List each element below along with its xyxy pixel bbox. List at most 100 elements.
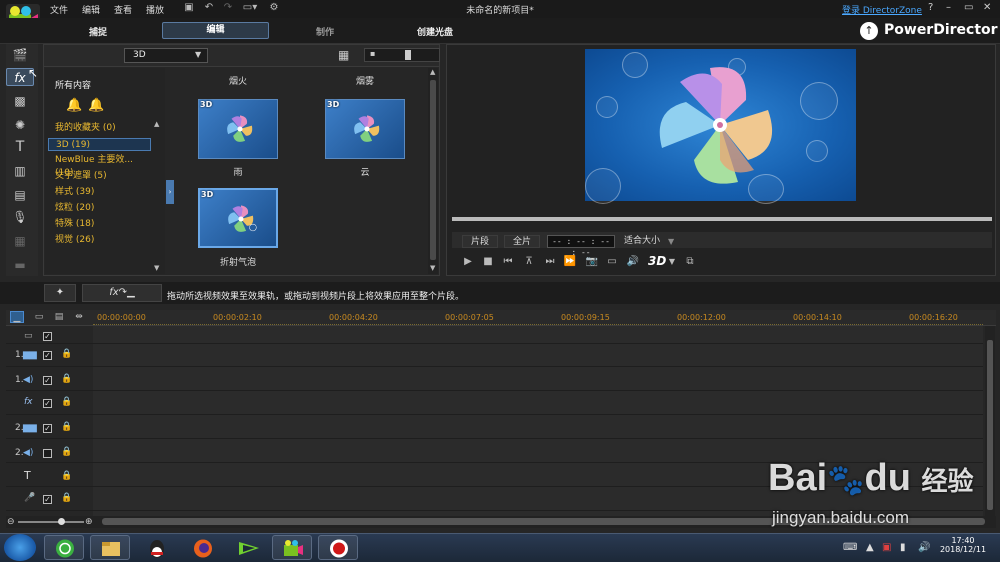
login-link[interactable]: 登录 DirectorZone — [842, 3, 922, 16]
keyboard-icon[interactable]: ⌨ — [843, 542, 857, 553]
split-icon[interactable]: ⊼ — [521, 254, 537, 270]
add-to-effect-track-button[interactable]: fx↷▁ — [82, 284, 162, 302]
seek-bar[interactable] — [452, 217, 992, 221]
tree-item-visual[interactable]: 视觉 (26) — [48, 234, 151, 247]
taskbar-powerdirector-icon[interactable] — [272, 535, 312, 560]
menu-file[interactable]: 文件 — [50, 3, 68, 16]
lock-icon[interactable]: 🔒 — [61, 397, 72, 407]
play-icon[interactable]: ▶ — [460, 254, 476, 270]
zoom-out-icon[interactable]: ⊖ — [7, 517, 15, 527]
track-checkbox[interactable]: ✓ — [43, 495, 52, 504]
track-manager-icon[interactable]: ▤ — [52, 311, 66, 323]
help-button[interactable]: ? — [928, 2, 933, 13]
tree-item-text-mask[interactable]: 文字遮罩 (5) — [48, 170, 151, 183]
chapter-room-icon[interactable]: ▦ — [6, 232, 34, 250]
effect-thumb-rain[interactable]: 3D — [198, 99, 278, 159]
title-room-icon[interactable]: T — [6, 138, 34, 156]
movie-mode-button[interactable]: 全片 — [504, 235, 540, 248]
undo-icon[interactable]: ↶ — [203, 2, 215, 14]
track-checkbox[interactable]: ✓ — [43, 424, 52, 433]
particle-room-icon[interactable]: ✺ — [6, 116, 34, 134]
lock-icon[interactable]: 🔒 — [61, 493, 72, 503]
save-icon[interactable]: ▣ — [183, 2, 195, 14]
redo-icon[interactable]: ↷ — [222, 2, 234, 14]
tree-item-particles[interactable]: 炫粒 (20) — [48, 202, 151, 215]
volume-icon[interactable]: 🔊 — [625, 254, 641, 270]
effect-thumb-cloud[interactable]: 3D — [325, 99, 405, 159]
slider-thumb[interactable] — [405, 50, 411, 60]
taskbar-app-360-icon[interactable] — [44, 535, 84, 560]
mode-capture[interactable]: 捕捉 — [78, 25, 118, 38]
voiceover-room-icon[interactable]: 🎙 — [6, 208, 34, 226]
timeline-view-icon[interactable]: ▁ — [10, 311, 24, 323]
taskbar-explorer-icon[interactable] — [90, 535, 130, 560]
minimize-button[interactable]: – — [946, 2, 951, 13]
chevron-down-icon[interactable]: ▼ — [195, 50, 201, 59]
taskbar-media-app-icon[interactable] — [228, 535, 268, 560]
taskbar-firefox-icon[interactable] — [182, 535, 222, 560]
undock-icon[interactable]: ⧉ — [682, 254, 698, 270]
tree-scroll-down-icon[interactable]: ▼ — [154, 264, 159, 272]
snapshot-icon[interactable]: 📷 — [584, 254, 600, 270]
track-checkbox[interactable]: ✓ — [43, 351, 52, 360]
remove-tag-icon[interactable]: 🔔 — [88, 98, 104, 114]
tree-item-favorites[interactable]: 我的收藏夹 (0) — [48, 122, 151, 135]
collapse-tree-tab[interactable]: › — [166, 180, 174, 204]
fit-timeline-icon[interactable]: ⇹ — [72, 311, 86, 323]
gear-icon[interactable]: ⚙ — [268, 2, 280, 14]
stop-icon[interactable]: ■ — [480, 254, 496, 270]
track-checkbox[interactable]: ✓ — [43, 399, 52, 408]
menu-edit[interactable]: 编辑 — [82, 3, 100, 16]
audio-mixing-room-icon[interactable]: ▤ — [6, 186, 34, 204]
mode-edit[interactable]: 编辑 — [162, 22, 269, 39]
storyboard-view-icon[interactable]: ▭ — [32, 311, 46, 323]
transition-room-icon[interactable]: ▥ — [6, 162, 34, 180]
library-scroll-down-icon[interactable]: ▼ — [430, 264, 435, 272]
tray-app-icon[interactable]: ▣ — [882, 542, 891, 553]
zoom-slider-thumb[interactable] — [58, 518, 65, 525]
lock-icon[interactable]: 🔒 — [61, 447, 72, 457]
effect-settings-button[interactable]: ✦ — [44, 284, 76, 302]
tree-item-special[interactable]: 特殊 (18) — [48, 218, 151, 231]
menu-view[interactable]: 查看 — [114, 3, 132, 16]
menu-play[interactable]: 播放 — [146, 3, 164, 16]
tree-scroll-up-icon[interactable]: ▲ — [154, 120, 159, 128]
taskbar-qq-icon[interactable] — [136, 535, 176, 560]
lock-icon[interactable]: 🔒 — [61, 349, 72, 359]
network-icon[interactable]: ▮ — [900, 542, 906, 553]
tray-expand-icon[interactable]: ▲ — [866, 542, 874, 553]
lock-icon[interactable]: 🔒 — [61, 422, 72, 432]
taskbar-recorder-icon[interactable] — [318, 535, 358, 560]
media-room-icon[interactable]: 🎬 — [6, 46, 34, 64]
timeline-vscroll-thumb[interactable] — [987, 340, 993, 510]
zoom-in-icon[interactable]: ⊕ — [85, 517, 93, 527]
mode-create-disc[interactable]: 创建光盘 — [410, 25, 460, 38]
lock-icon[interactable]: 🔒 — [61, 374, 72, 384]
mode-produce[interactable]: 制作 — [305, 25, 345, 38]
fast-forward-icon[interactable]: ⏩ — [562, 254, 578, 270]
track-checkbox[interactable] — [43, 449, 52, 458]
next-frame-icon[interactable]: ⏭ — [542, 254, 558, 270]
add-tag-icon[interactable]: 🔔 — [66, 98, 82, 114]
pip-room-icon[interactable]: ▩ — [6, 92, 34, 110]
tree-header[interactable]: 所有内容 — [55, 78, 91, 91]
chevron-down-icon[interactable]: ▼ — [668, 237, 674, 246]
volume-tray-icon[interactable]: 🔊 — [918, 542, 930, 553]
maximize-button[interactable]: ▭ — [964, 2, 973, 13]
library-scroll-up-icon[interactable]: ▲ — [430, 68, 435, 76]
tree-item-style[interactable]: 样式 (39) — [48, 186, 151, 199]
chevron-down-icon[interactable]: ▼ — [664, 254, 680, 270]
track-checkbox[interactable]: ✓ — [43, 332, 52, 341]
library-scroll-thumb[interactable] — [430, 80, 436, 260]
lock-icon[interactable]: 🔒 — [61, 471, 72, 481]
close-button[interactable]: ✕ — [983, 2, 991, 13]
previous-frame-icon[interactable]: ⏮ — [500, 254, 516, 270]
subtitle-room-icon[interactable]: ▬ — [6, 256, 34, 274]
timeline-zoom-slider[interactable] — [18, 521, 84, 523]
grid-view-icon[interactable]: ▦ — [338, 48, 352, 62]
tree-item-newblue[interactable]: NewBlue 主要效... (10) — [48, 154, 151, 178]
display-icon[interactable]: ▭ — [604, 254, 620, 270]
effect-thumb-refraction-bubbles[interactable]: 3D — [198, 188, 278, 248]
tree-item-3d[interactable]: 3D (19) — [48, 138, 151, 151]
tray-clock[interactable]: 17:40 2018/12/11 — [938, 536, 988, 554]
